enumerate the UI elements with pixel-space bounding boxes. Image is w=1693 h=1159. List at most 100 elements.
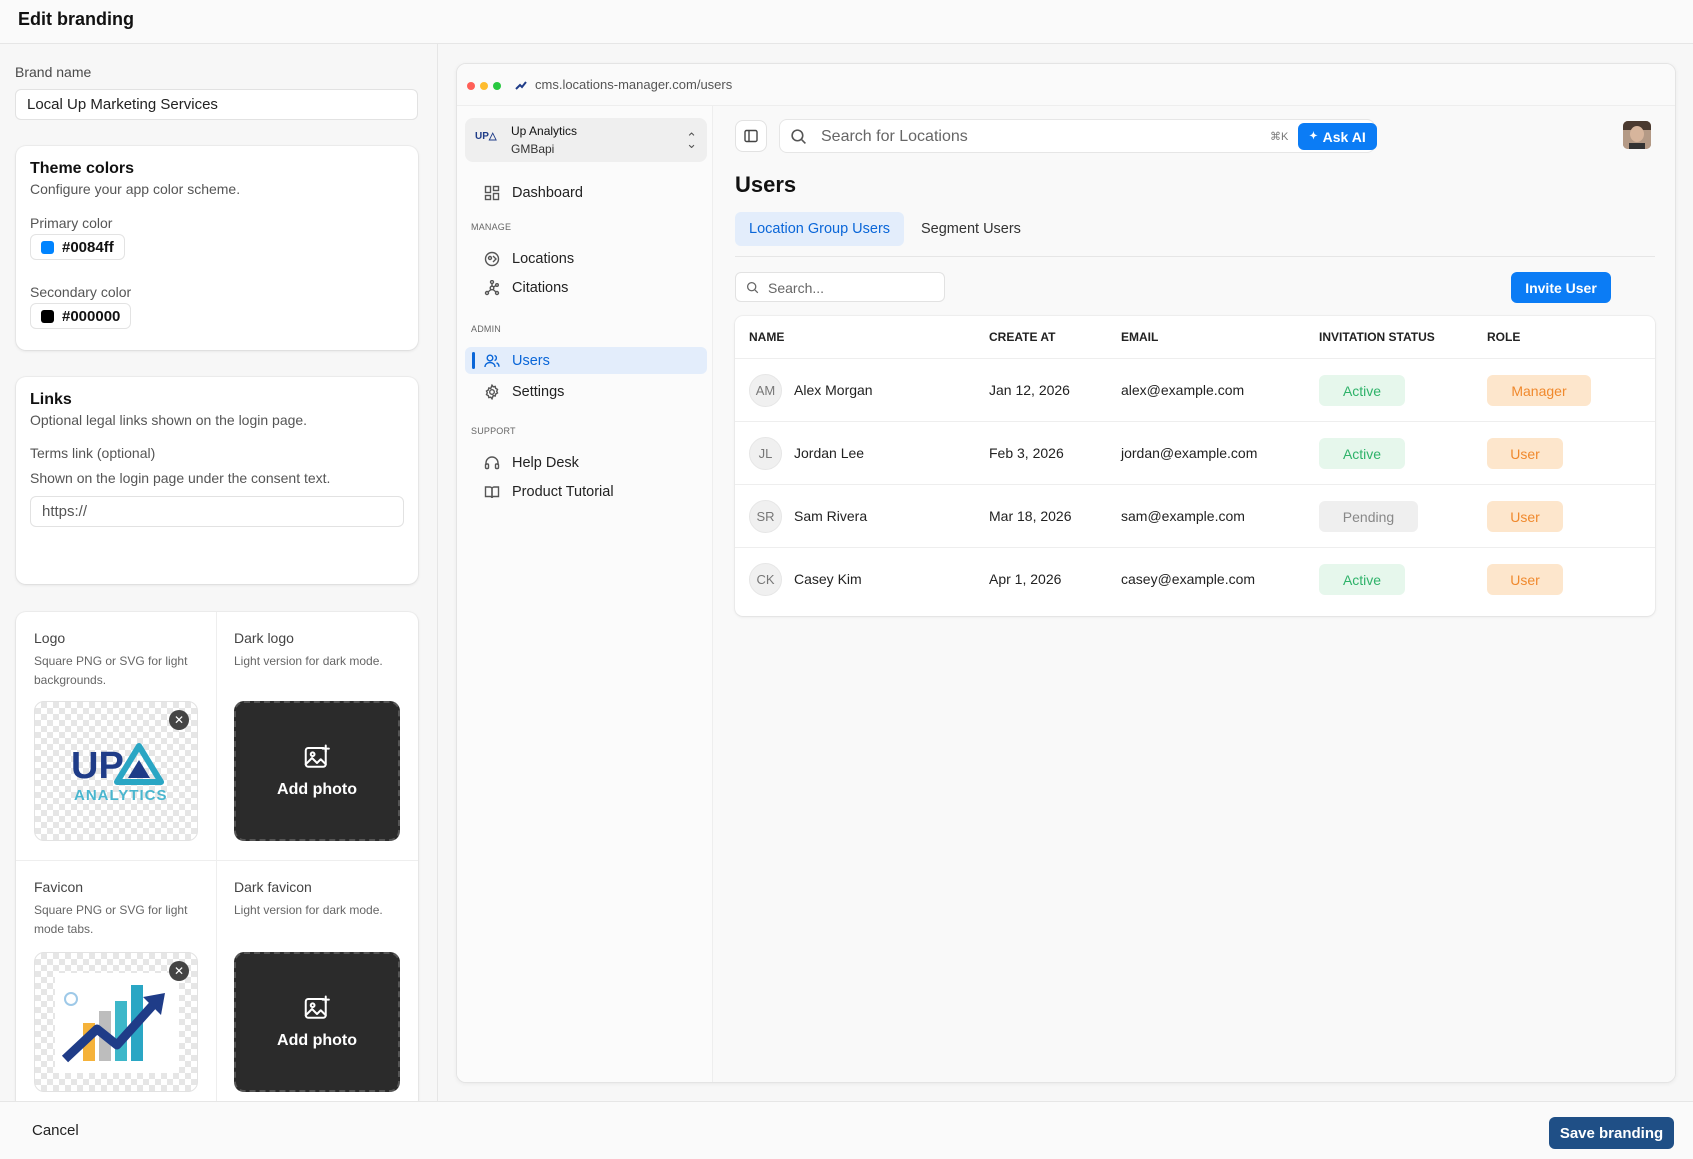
user-created: Apr 1, 2026 bbox=[989, 571, 1062, 587]
ask-ai-button[interactable]: ✦ Ask AI bbox=[1298, 123, 1377, 150]
user-search-input[interactable]: Search... bbox=[735, 272, 945, 302]
secondary-color-picker[interactable]: #000000 bbox=[30, 303, 132, 329]
nav-users-label: Users bbox=[512, 352, 550, 369]
status-badge: Active bbox=[1319, 564, 1405, 595]
table-row[interactable]: CK Casey Kim Apr 1, 2026 casey@example.c… bbox=[735, 547, 1655, 610]
dark-logo-upload[interactable]: Add photo bbox=[234, 701, 400, 841]
browser-url-bar: cms.locations-manager.com/users bbox=[457, 64, 1675, 106]
nav-product-tutorial[interactable]: Product Tutorial bbox=[465, 478, 707, 505]
nav-locations-label: Locations bbox=[512, 250, 575, 267]
logo-description: Square PNG or SVG for light backgrounds. bbox=[34, 654, 188, 687]
add-photo-icon bbox=[304, 995, 330, 1019]
admin-section-label: ADMIN bbox=[471, 324, 501, 334]
add-photo-icon bbox=[304, 744, 330, 768]
url-text: cms.locations-manager.com/users bbox=[535, 77, 733, 92]
tab-location-group-users[interactable]: Location Group Users bbox=[735, 212, 905, 246]
logo-preview[interactable]: UP ANALYTICS ✕ bbox=[34, 701, 198, 841]
remove-logo-button[interactable]: ✕ bbox=[169, 710, 189, 730]
remove-favicon-button[interactable]: ✕ bbox=[169, 961, 189, 981]
book-icon bbox=[483, 483, 501, 501]
org-switcher[interactable]: UP△ Up Analytics GMBapi ⌃ ⌄ bbox=[465, 118, 707, 162]
nav-settings-label: Settings bbox=[512, 383, 565, 400]
user-email: alex@example.com bbox=[1121, 382, 1245, 398]
nav-dashboard[interactable]: Dashboard bbox=[465, 179, 707, 206]
nav-users[interactable]: Users bbox=[465, 347, 707, 374]
brand-name-input[interactable]: Local Up Marketing Services bbox=[15, 89, 418, 120]
nav-citations[interactable]: Citations bbox=[465, 274, 707, 301]
citations-icon bbox=[483, 279, 501, 297]
users-page-title: Users bbox=[735, 172, 797, 197]
tab-segment-users[interactable]: Segment Users bbox=[907, 212, 1035, 246]
secondary-color-value: #000000 bbox=[62, 307, 121, 325]
primary-color-swatch bbox=[41, 240, 54, 254]
global-search[interactable]: Search for Locations ⌘K ✦ Ask AI bbox=[779, 119, 1377, 153]
favicon-preview[interactable]: ✕ bbox=[34, 952, 198, 1092]
terms-link-input[interactable]: https:// bbox=[30, 496, 404, 527]
save-branding-button[interactable]: Save branding bbox=[1549, 1117, 1674, 1149]
column-header: ROLE bbox=[1487, 330, 1521, 344]
user-name: Alex Morgan bbox=[794, 382, 873, 398]
brand-name-label: Brand name bbox=[15, 64, 92, 80]
secondary-color-swatch bbox=[41, 309, 54, 323]
top-bar: Edit branding bbox=[0, 0, 1693, 44]
table-row[interactable]: SR Sam Rivera Mar 18, 2026 sam@example.c… bbox=[735, 484, 1655, 547]
dark-favicon-title: Dark favicon bbox=[234, 879, 312, 895]
table-row[interactable]: JL Jordan Lee Feb 3, 2026 jordan@example… bbox=[735, 421, 1655, 484]
table-row[interactable]: AM Alex Morgan Jan 12, 2026 alex@example… bbox=[735, 358, 1655, 421]
dashboard-icon bbox=[483, 184, 501, 202]
sidebar-toggle-icon bbox=[744, 129, 758, 143]
status-badge: Active bbox=[1319, 375, 1405, 406]
primary-color-value: #0084ff bbox=[62, 238, 114, 256]
preview-sidebar: UP△ Up Analytics GMBapi ⌃ ⌄ Dashboard MAN… bbox=[457, 106, 713, 1082]
role-badge: User bbox=[1487, 564, 1563, 595]
search-icon bbox=[746, 281, 759, 294]
users-icon bbox=[483, 352, 501, 370]
logo-title: Logo bbox=[34, 630, 66, 646]
add-photo-label: Add photo bbox=[277, 1032, 357, 1049]
theme-colors-subtitle: Configure your app color scheme. bbox=[30, 181, 241, 197]
nav-product-tutorial-label: Product Tutorial bbox=[512, 483, 614, 500]
theme-colors-title: Theme colors bbox=[30, 160, 135, 177]
nav-settings[interactable]: Settings bbox=[465, 378, 707, 405]
user-name: Jordan Lee bbox=[794, 445, 865, 461]
brand-assets-grid: Logo Square PNG or SVG for light backgro… bbox=[16, 612, 418, 1110]
add-photo-label: Add photo bbox=[277, 781, 357, 798]
gear-icon bbox=[483, 383, 501, 401]
nav-help-desk[interactable]: Help Desk bbox=[465, 449, 707, 476]
chevron-up-down-icon: ⌃ ⌄ bbox=[686, 130, 697, 151]
divider bbox=[16, 860, 418, 861]
cancel-button[interactable]: Cancel bbox=[32, 1122, 79, 1139]
sidebar-toggle-button[interactable] bbox=[735, 120, 767, 152]
footer-bar: Cancel Save branding bbox=[0, 1101, 1693, 1159]
theme-colors-card: Theme colors Configure your app color sc… bbox=[16, 146, 418, 350]
avatar[interactable] bbox=[1623, 121, 1651, 149]
window-minimize-dot bbox=[480, 82, 488, 90]
shortcut-hint: ⌘K bbox=[1270, 131, 1289, 143]
terms-link-help: Shown on the login page under the consen… bbox=[30, 470, 331, 486]
nav-locations[interactable]: Locations bbox=[465, 245, 707, 272]
invite-user-button[interactable]: Invite User bbox=[1511, 272, 1611, 303]
user-initials-avatar: JL bbox=[749, 437, 782, 470]
users-table: NAME CREATE AT EMAIL INVITATION STATUS R… bbox=[735, 316, 1655, 616]
dark-favicon-upload[interactable]: Add photo bbox=[234, 952, 400, 1092]
role-badge: Manager bbox=[1487, 375, 1591, 406]
user-initials-avatar: CK bbox=[749, 563, 782, 596]
primary-color-picker[interactable]: #0084ff bbox=[30, 234, 125, 260]
column-header: CREATE AT bbox=[989, 330, 1056, 344]
favicon-description: Square PNG or SVG for light mode tabs. bbox=[34, 903, 188, 936]
ask-ai-label: Ask AI bbox=[1322, 128, 1366, 145]
tabs-divider bbox=[735, 256, 1655, 257]
branding-form-panel: Brand name Local Up Marketing Services T… bbox=[0, 44, 438, 1110]
sparkle-icon: ✦ bbox=[1309, 131, 1318, 142]
window-close-dot bbox=[467, 82, 475, 90]
user-name: Casey Kim bbox=[794, 571, 862, 587]
status-badge: Active bbox=[1319, 438, 1405, 469]
window-maximize-dot bbox=[493, 82, 501, 90]
user-initials-avatar: SR bbox=[749, 500, 782, 533]
links-title: Links bbox=[30, 391, 72, 408]
column-header: EMAIL bbox=[1121, 330, 1159, 344]
dark-logo-title: Dark logo bbox=[234, 630, 294, 646]
preview-main: Search for Locations ⌘K ✦ Ask AI Users L… bbox=[713, 106, 1675, 1082]
nav-dashboard-label: Dashboard bbox=[512, 184, 583, 201]
role-badge: User bbox=[1487, 501, 1563, 532]
